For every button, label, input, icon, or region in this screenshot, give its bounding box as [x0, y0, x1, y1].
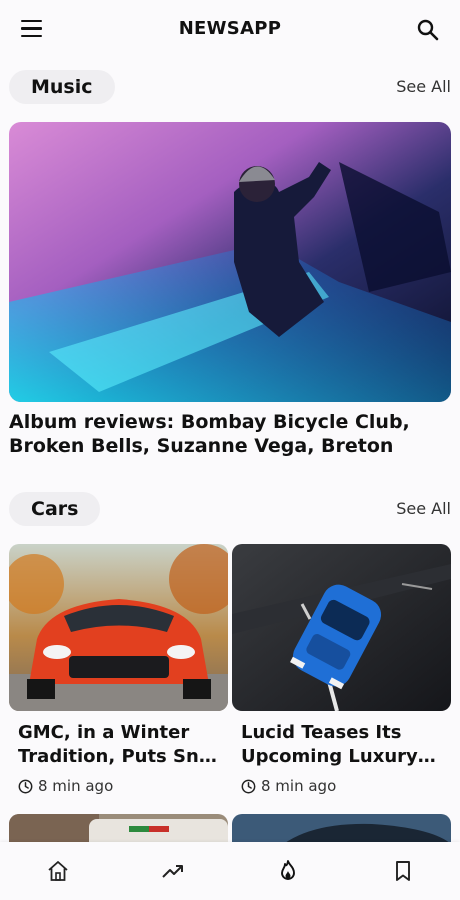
car-article-title: Lucid Teases Its Upcoming Luxury …: [241, 721, 441, 769]
clock-icon: [241, 779, 256, 793]
trending-icon: [161, 865, 183, 878]
bookmark-icon: [395, 861, 410, 881]
music-category-pill[interactable]: Music: [9, 70, 115, 104]
car-article-meta: 8 min ago: [18, 777, 228, 795]
nav-home-button[interactable]: [38, 851, 78, 891]
car-article-title-line1: Lucid Teases Its: [241, 722, 402, 743]
car-article-card[interactable]: Lucid Teases Its Upcoming Luxury … 8 min…: [232, 544, 451, 795]
car-article-meta: 8 min ago: [241, 777, 451, 795]
cars-section-header: Cars See All: [9, 492, 451, 528]
car-article-image: [232, 544, 451, 711]
top-app-bar: NEWSAPP: [0, 0, 460, 60]
car-article-time: 8 min ago: [261, 777, 337, 795]
car-article-title: GMC, in a Winter Tradition, Puts Sno…: [18, 721, 218, 769]
nav-bookmarks-button[interactable]: [383, 851, 423, 891]
fire-icon: [280, 860, 295, 880]
cars-category-pill[interactable]: Cars: [9, 492, 101, 526]
car-article-title-line2: Upcoming Luxury …: [241, 746, 441, 767]
music-hero-image[interactable]: [9, 122, 451, 402]
clock-icon: [18, 779, 33, 793]
car-article-time: 8 min ago: [38, 777, 114, 795]
music-hero-title[interactable]: Album reviews: Bombay Bicycle Club, Brok…: [9, 410, 451, 458]
car-article-title-line1: GMC, in a Winter: [18, 722, 190, 743]
car-article-card[interactable]: GMC, in a Winter Tradition, Puts Sno… 8 …: [9, 544, 228, 795]
search-icon[interactable]: [416, 18, 440, 42]
bottom-navigation: [0, 842, 460, 900]
home-icon: [47, 861, 68, 881]
music-section-header: Music See All: [9, 70, 451, 106]
app-screen: NEWSAPP Music See All Album reviews: Bom…: [0, 0, 460, 900]
cars-see-all-link[interactable]: See All: [396, 499, 451, 518]
car-article-image: [9, 544, 228, 711]
car-article-title-line2: Tradition, Puts Sno…: [18, 746, 218, 767]
nav-hot-button[interactable]: [268, 851, 308, 891]
app-title: NEWSAPP: [178, 18, 282, 39]
music-see-all-link[interactable]: See All: [396, 77, 451, 96]
nav-trending-button[interactable]: [153, 851, 193, 891]
